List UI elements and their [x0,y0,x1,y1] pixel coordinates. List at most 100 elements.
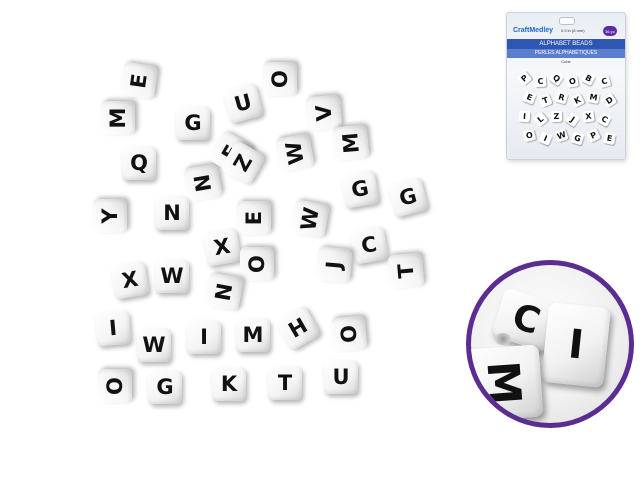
package-bead: P [516,70,533,87]
package-bead-letter: P [588,129,598,141]
bead-letter: J [321,260,346,270]
package-bead: C [597,112,612,127]
letter-bead: C [349,225,389,265]
package-bead: W [554,128,569,143]
letter-bead: E [119,61,159,101]
package-bead-letter: G [573,132,583,144]
letter-bead: W [155,259,189,293]
brand-logo: CraftMedley [513,27,554,34]
letter-bead: U [222,82,264,124]
bead-letter: M [105,107,130,129]
bead-letter: N [163,200,181,225]
bead-letter: I [200,324,208,349]
letter-bead: O [330,315,368,353]
package-bead: B [581,71,596,86]
bead-letter: G [349,175,371,202]
package-title: ALPHABET BEADS [507,39,625,49]
package-bead: O [566,75,579,88]
bead-letter: N [189,172,216,194]
bead-letter: O [102,377,127,395]
package-bead-letter: R [557,91,566,103]
package-bead-letter: O [568,76,577,86]
letter-bead: M [101,101,135,135]
bead-type: Cube [561,59,571,64]
letter-bead: M [332,124,370,162]
package-bead-letter: W [555,129,568,141]
bead-letter: C [359,231,379,258]
letter-bead: G [340,169,380,209]
letter-bead: N [204,272,244,312]
package-bead-letter: K [572,94,583,106]
letter-bead: X [202,227,242,267]
letter-bead: I [94,309,132,347]
package-bead-letter: Q [551,72,563,84]
package-bead: G [570,131,585,146]
package-bead-letter: I [522,111,527,121]
package-bead: E [603,132,616,145]
letter-bead: Q [122,146,156,180]
bead-letter: K [220,371,238,396]
bead-letter: W [160,263,184,288]
package-bead: X [582,110,595,123]
package-bead-letter: E [606,133,614,143]
letter-bead: J [315,246,353,284]
package-bead: I [538,131,553,146]
bead-letter: U [231,88,255,117]
package-bead-letter: E [525,91,534,103]
bead-letter: E [241,210,266,226]
letter-bead: G [387,176,429,218]
bead-letter: M [337,131,364,155]
letter-bead: X [110,260,150,300]
letter-bead: N [183,163,223,203]
letter-bead: O [263,62,297,96]
bead-letter: X [211,233,232,260]
letter-bead: O [240,247,274,281]
bead-letter: W [142,332,166,357]
letter-bead: T [268,366,302,400]
bead-letter: Q [130,150,148,175]
letter-bead: W [275,133,315,173]
letter-bead: H [274,304,322,352]
package-bead: O [522,128,537,143]
package-bead-letter: C [537,76,544,86]
letter-bead: V [305,94,343,132]
package-bead-letter: J [568,114,577,124]
letter-bead: Y [93,199,127,233]
bead-letter: N [210,281,237,303]
package-bead: L [532,111,549,128]
letter-bead: E [237,201,271,235]
letter-bead: G [176,106,210,140]
letter-bead: I [187,320,221,354]
package-bead: Z [550,110,563,123]
letter-bead: G [148,370,182,404]
zoom-bead: I [540,301,612,389]
letter-bead: T [387,252,425,290]
zoom-bead-letter: M [476,359,531,407]
bead-hole [495,333,511,345]
letter-bead: N [155,196,189,230]
bead-letter: T [392,262,419,280]
bead-letter: O [335,324,362,344]
package-bead-letter: T [541,94,550,106]
bead-letter: G [184,110,202,135]
package-bead: E [522,90,537,105]
zoom-bead-letter: I [566,321,586,369]
package-bead-letter: I [542,133,549,143]
bead-letter: W [295,205,324,233]
package-title-fr: PERLES ALPHABÉTIQUES [507,49,625,58]
letter-bead: W [290,199,330,239]
package-bead: M [587,91,600,104]
letter-bead: U [324,360,358,394]
bead-letter: O [267,70,292,88]
bead-letter: Y [97,208,122,224]
zoom-bead-letter: C [507,295,546,344]
zoom-circle: C I M [466,260,634,428]
bead-letter: W [280,139,309,167]
bead-letter: X [119,266,140,293]
package-bead: C [534,75,547,88]
bead-letter: V [310,103,337,123]
package-bead: D [601,92,618,109]
package-bead-letter: C [599,113,610,125]
bead-letter: E [125,72,152,90]
package-bead: I [518,110,531,123]
